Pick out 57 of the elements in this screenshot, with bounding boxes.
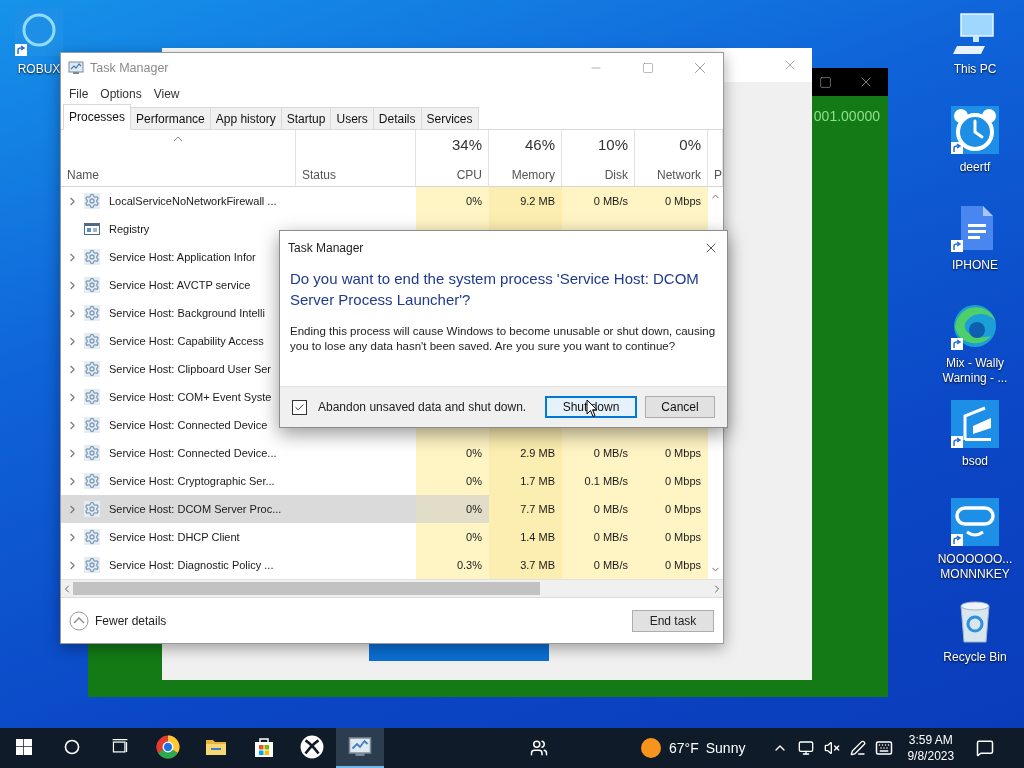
process-name: Service Host: Clipboard User Ser — [109, 363, 271, 375]
table-cell: 0% — [466, 195, 482, 207]
table-cell: 0.3% — [456, 559, 482, 571]
counter-text: 001.00000 — [813, 108, 880, 124]
table-cell: 1.7 MB — [520, 475, 555, 487]
process-name: Registry — [109, 223, 150, 235]
table-cell: 0% — [466, 447, 482, 459]
table-cell: 0% — [466, 531, 482, 543]
column-percent: 10% — [597, 136, 628, 153]
table-cell: 0 MB/s — [593, 503, 628, 515]
table-cell: 1.4 MB — [520, 531, 555, 543]
desktop-icon-label: This PC — [953, 62, 997, 77]
process-name: Service Host: Diagnostic Policy ... — [109, 559, 274, 571]
table-cell: 0 Mbps — [664, 503, 701, 515]
table-cell: 0 Mbps — [664, 531, 701, 543]
window-title: Task Manager — [90, 61, 170, 75]
process-name: Service Host: AVCTP service — [109, 279, 251, 291]
table-cell: 0% — [466, 475, 482, 487]
column-percent: 46% — [524, 136, 555, 153]
table-cell: 0 MB/s — [593, 447, 628, 459]
table-cell: 0.1 MB/s — [584, 475, 628, 487]
table-cell: 0 Mbps — [664, 475, 701, 487]
clock-time: 3:59 AM — [908, 732, 953, 748]
desktop-icon-label: IPHONE — [952, 258, 998, 273]
desktop-icon-label: deertf — [959, 160, 991, 175]
table-cell: 2.9 MB — [520, 447, 555, 459]
table-cell: 0 Mbps — [664, 559, 701, 571]
process-name: Service Host: COM+ Event Syste — [109, 391, 272, 403]
table-cell: 0 MB/s — [593, 195, 628, 207]
process-name: LocalServiceNoNetworkFirewall ... — [109, 195, 277, 207]
process-name: Service Host: Application Infor — [109, 251, 256, 263]
column-percent: 34% — [451, 136, 482, 153]
desktop-icon-label: bsod — [962, 454, 988, 469]
table-cell: 0% — [466, 503, 482, 515]
table-cell: 0 MB/s — [593, 531, 628, 543]
table-cell: 3.7 MB — [520, 559, 555, 571]
process-name: Service Host: Background Intelli — [109, 307, 265, 319]
process-name: Service Host: DCOM Server Proc... — [109, 503, 282, 515]
table-cell: 0 Mbps — [664, 195, 701, 207]
table-cell: 7.7 MB — [520, 503, 555, 515]
desktop-icon-label: ROBUX — [17, 62, 61, 77]
desktop-icon-label: Mix - Wally Warning - ... — [941, 356, 1009, 386]
dialog-message: Ending this process will cause Windows to become unusable or shut down, causing you to lose any data hasn't been saved. Are you sure you want to continue? — [290, 324, 717, 354]
process-name: Service Host: Capability Access — [109, 335, 264, 347]
dialog-title: Task Manager — [288, 241, 364, 255]
process-name: Service Host: Connected Device... — [109, 447, 277, 459]
dialog-heading: Do you want to end the system process 'Service Host: DCOM Server Process Launcher'? — [290, 269, 700, 310]
desktop-icon-label: NOOOOOO... MONNNKEY — [936, 552, 1014, 582]
process-name: Service Host: DHCP Client — [109, 531, 240, 543]
process-name: Service Host: Cryptographic Ser... — [109, 475, 275, 487]
process-name: Service Host: Connected Device — [109, 419, 268, 431]
table-cell: 0 MB/s — [593, 559, 628, 571]
column-percent: 0% — [679, 136, 701, 153]
clock-date: 9/8/2023 — [907, 748, 955, 764]
desktop-icon-label: Recycle Bin — [943, 650, 1007, 665]
table-cell: 9.2 MB — [520, 195, 555, 207]
table-cell: 0 Mbps — [664, 447, 701, 459]
